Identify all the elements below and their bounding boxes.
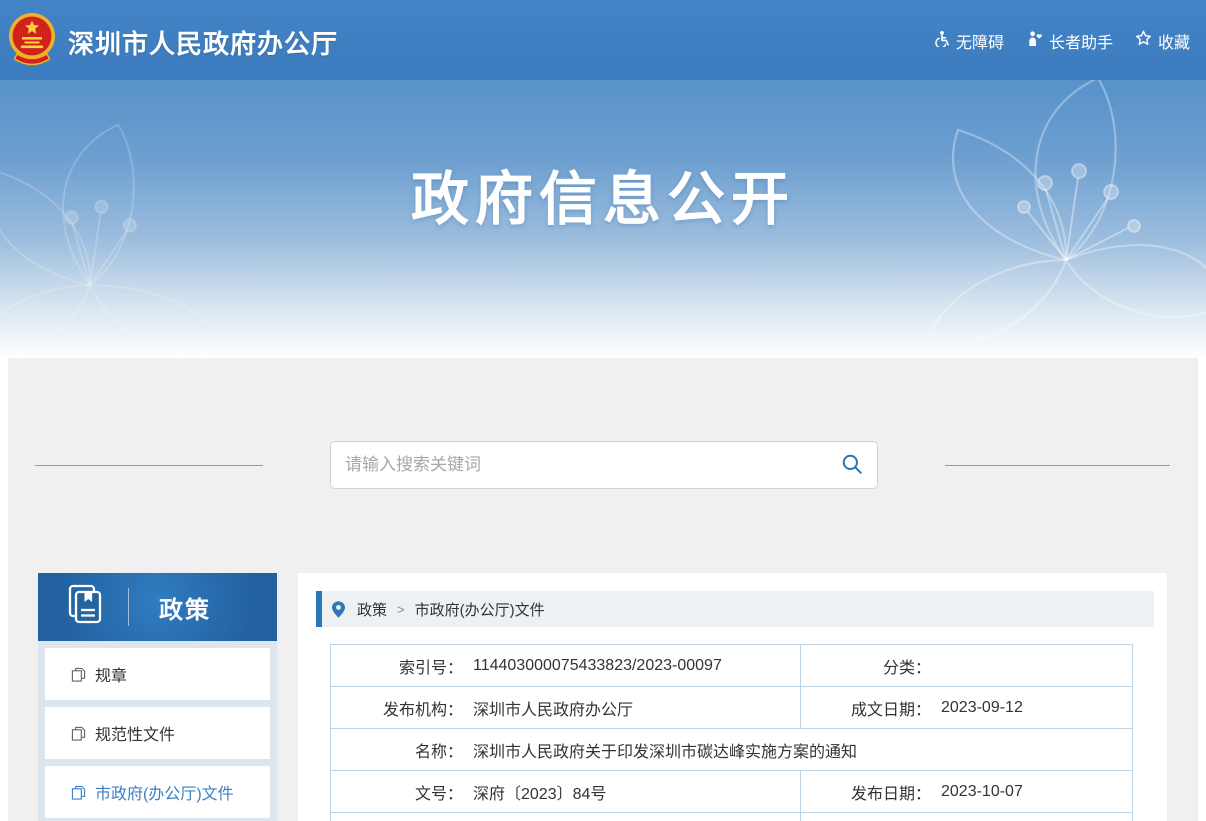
search-input[interactable]: [331, 455, 827, 475]
accessibility-icon: [933, 30, 950, 52]
table-cell: [801, 813, 1132, 821]
field-label: 成文日期：: [801, 696, 931, 720]
search-divider-right: [945, 465, 1170, 466]
elder-assistant-label: 长者助手: [1049, 29, 1113, 53]
table-cell-doc-number: 文号： 深府〔2023〕84号: [331, 771, 801, 812]
sidebar-item-normative-documents[interactable]: 规范性文件: [45, 707, 270, 759]
table-row: 文号： 深府〔2023〕84号 发布日期： 2023-10-07: [331, 771, 1132, 813]
document-icon: [71, 785, 86, 800]
field-value: 深圳市人民政府办公厅: [473, 696, 633, 720]
document-icon: [71, 667, 86, 682]
sidebar-header: 政策: [38, 573, 277, 641]
table-cell-publish-date: 发布日期： 2023-10-07: [801, 771, 1132, 812]
field-label: 发布机构：: [331, 696, 463, 720]
location-pin-icon: [332, 601, 345, 618]
sidebar-item-label: 规范性文件: [95, 721, 175, 745]
star-icon: [1135, 30, 1152, 52]
search-divider-left: [35, 465, 263, 466]
table-cell-category: 分类：: [801, 645, 1132, 686]
favorite-link[interactable]: 收藏: [1135, 29, 1190, 53]
breadcrumb: 政策 > 市政府(办公厅)文件: [316, 591, 1154, 627]
sidebar-item-regulations[interactable]: 规章: [45, 648, 270, 700]
sidebar-item-label: 规章: [95, 662, 127, 686]
field-value: 114403000075433823/2023-00097: [473, 657, 722, 675]
site-logo-brand[interactable]: 深圳市人民政府办公厅: [8, 11, 338, 74]
search-button[interactable]: [827, 442, 877, 488]
document-icon: [71, 726, 86, 741]
field-value: 深府〔2023〕84号: [473, 780, 606, 804]
field-value: 2023-09-12: [941, 699, 1023, 717]
policy-book-icon: [66, 584, 106, 631]
table-cell-written-date: 成文日期： 2023-09-12: [801, 687, 1132, 728]
site-title: 深圳市人民政府办公厅: [68, 24, 338, 61]
sidebar-header-divider: [128, 588, 129, 626]
national-emblem-icon: [8, 11, 56, 74]
breadcrumb-accent-bar: [316, 591, 322, 627]
document-metadata-table: 索引号： 114403000075433823/2023-00097 分类： 发…: [330, 644, 1133, 821]
field-label: 名称：: [331, 738, 463, 762]
page-title: 政府信息公开: [0, 152, 1206, 236]
elder-assistant-icon: [1026, 30, 1043, 52]
table-row-partial: [331, 813, 1132, 821]
favorite-label: 收藏: [1158, 29, 1190, 53]
main-content-area: 政策 规章 规范性文件: [8, 358, 1198, 821]
accessibility-link[interactable]: 无障碍: [933, 29, 1004, 53]
search-icon: [841, 453, 863, 478]
top-header-bar: 深圳市人民政府办公厅 无障碍 长者助手: [0, 0, 1206, 80]
breadcrumb-separator: >: [397, 602, 405, 617]
field-value: 深圳市人民政府关于印发深圳市碳达峰实施方案的通知: [473, 738, 857, 762]
table-row: 名称： 深圳市人民政府关于印发深圳市碳达峰实施方案的通知: [331, 729, 1132, 771]
search-box: [330, 441, 878, 489]
table-cell-index: 索引号： 114403000075433823/2023-00097: [331, 645, 801, 686]
hero-banner: 政府信息公开: [0, 80, 1206, 358]
sidebar-item-label: 市政府(办公厅)文件: [95, 780, 234, 804]
sidebar-menu: 规章 规范性文件 市政府(办公厅)文件: [38, 641, 277, 821]
breadcrumb-item-policy[interactable]: 政策: [357, 599, 387, 620]
table-row: 发布机构： 深圳市人民政府办公厅 成文日期： 2023-09-12: [331, 687, 1132, 729]
elder-assistant-link[interactable]: 长者助手: [1026, 29, 1113, 53]
field-value: 2023-10-07: [941, 783, 1023, 801]
breadcrumb-item-current: 市政府(办公厅)文件: [415, 599, 545, 620]
sidebar-item-municipal-documents[interactable]: 市政府(办公厅)文件: [45, 766, 270, 818]
document-detail-card: 政策 > 市政府(办公厅)文件 索引号： 114403000075433823/…: [298, 573, 1167, 821]
field-label: 发布日期：: [801, 780, 931, 804]
field-label: 索引号：: [331, 654, 463, 678]
field-label: 文号：: [331, 780, 463, 804]
accessibility-label: 无障碍: [956, 29, 1004, 53]
table-row: 索引号： 114403000075433823/2023-00097 分类：: [331, 645, 1132, 687]
top-utility-links: 无障碍 长者助手 收藏: [933, 29, 1190, 53]
table-cell-agency: 发布机构： 深圳市人民政府办公厅: [331, 687, 801, 728]
table-cell-document-name: 名称： 深圳市人民政府关于印发深圳市碳达峰实施方案的通知: [331, 729, 1132, 770]
sidebar-title: 政策: [159, 590, 211, 625]
table-cell: [331, 813, 801, 821]
field-label: 分类：: [801, 654, 931, 678]
